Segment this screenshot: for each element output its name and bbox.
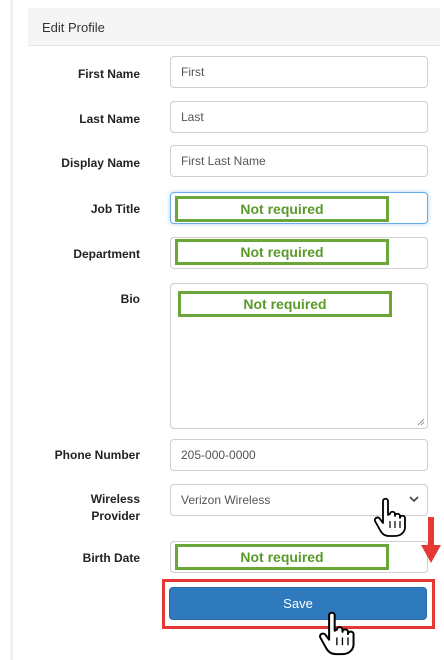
first-name-placeholder: First bbox=[181, 65, 205, 79]
wireless-provider-label-line2: Provider bbox=[91, 509, 140, 523]
birth-date-label: Birth Date bbox=[82, 551, 140, 565]
last-name-placeholder: Last bbox=[181, 110, 204, 124]
wireless-provider-selected: Verizon Wireless bbox=[181, 493, 271, 507]
hand-pointer-icon bbox=[319, 611, 355, 656]
last-name-label: Last Name bbox=[79, 112, 140, 126]
phone-number-field[interactable]: 205-000-0000 bbox=[170, 439, 428, 471]
down-arrow-icon bbox=[421, 517, 441, 563]
not-required-annotation: Not required bbox=[175, 196, 389, 222]
panel-header: Edit Profile bbox=[28, 8, 440, 46]
display-name-placeholder: First Last Name bbox=[181, 154, 266, 168]
resize-grip-icon[interactable] bbox=[417, 418, 425, 426]
not-required-annotation: Not required bbox=[175, 544, 389, 570]
display-name-label: Display Name bbox=[61, 156, 140, 170]
wireless-provider-label-line1: Wireless bbox=[90, 492, 140, 506]
not-required-annotation: Not required bbox=[178, 291, 392, 317]
not-required-annotation: Not required bbox=[175, 239, 389, 265]
department-label: Department bbox=[73, 247, 140, 261]
phone-number-label: Phone Number bbox=[54, 448, 140, 462]
wireless-provider-label: Wireless Provider bbox=[10, 491, 140, 525]
chevron-down-icon[interactable] bbox=[409, 495, 419, 503]
display-name-field[interactable]: First Last Name bbox=[170, 145, 428, 177]
hand-pointer-icon bbox=[373, 497, 406, 537]
page-title: Edit Profile bbox=[42, 20, 105, 35]
bio-label: Bio bbox=[120, 292, 140, 306]
job-title-label: Job Title bbox=[90, 202, 140, 216]
phone-number-placeholder: 205-000-0000 bbox=[181, 448, 256, 462]
first-name-field[interactable]: First bbox=[170, 56, 428, 88]
save-button[interactable]: Save bbox=[169, 587, 427, 620]
first-name-label: First Name bbox=[77, 67, 140, 81]
last-name-field[interactable]: Last bbox=[170, 101, 428, 133]
